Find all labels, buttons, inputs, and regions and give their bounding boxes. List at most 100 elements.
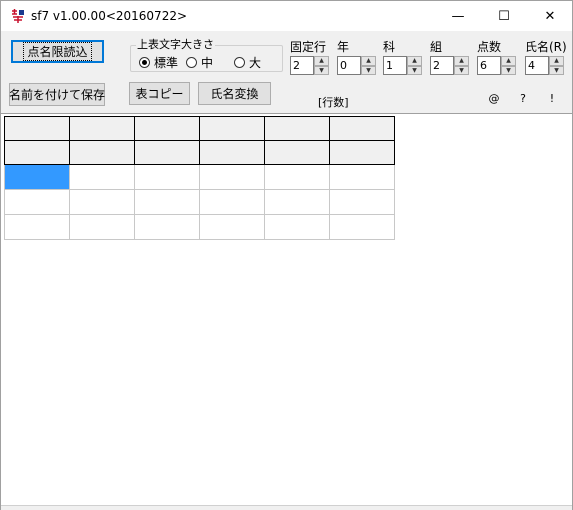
toolbar: 点名限読込 名前を付けて保存 表コピー 氏名変換 上表文字大きさ 標準 中 大 … bbox=[1, 31, 572, 113]
radio-medium-label: 中 bbox=[201, 56, 214, 70]
grid-cell[interactable] bbox=[264, 164, 330, 190]
close-button[interactable]: ✕ bbox=[527, 1, 573, 31]
spin-down-icon[interactable]: ▼ bbox=[501, 65, 516, 75]
fixed-rows-spinner[interactable]: 2 ▲ ▼ bbox=[290, 56, 329, 75]
course-label: 科 bbox=[383, 40, 396, 54]
spin-down-icon[interactable]: ▼ bbox=[361, 65, 376, 75]
radio-standard-label: 標準 bbox=[154, 56, 179, 70]
app-window: sf7 v1.00.00<20160722> — ☐ ✕ 点名限読込 名前を付け… bbox=[0, 0, 573, 510]
fixed-cell[interactable] bbox=[69, 140, 135, 165]
spin-down-icon[interactable]: ▼ bbox=[314, 65, 329, 75]
year-spinner[interactable]: 0 ▲ ▼ bbox=[337, 56, 376, 75]
name-column-spinner[interactable]: 4 ▲ ▼ bbox=[525, 56, 564, 75]
fixed-cell[interactable] bbox=[329, 116, 395, 141]
class-spinner[interactable]: 2 ▲ ▼ bbox=[430, 56, 469, 75]
year-value[interactable]: 0 bbox=[337, 56, 361, 75]
title-bar: sf7 v1.00.00<20160722> — ☐ ✕ bbox=[1, 1, 572, 31]
grid-cell[interactable] bbox=[134, 214, 200, 240]
year-label: 年 bbox=[337, 40, 350, 54]
grid-cell[interactable] bbox=[329, 214, 395, 240]
fixed-cell[interactable] bbox=[199, 116, 265, 141]
row-count-label: [行数] bbox=[318, 96, 349, 109]
fixed-row bbox=[4, 140, 395, 165]
spin-down-icon[interactable]: ▼ bbox=[549, 65, 564, 75]
grid-cell[interactable] bbox=[199, 214, 265, 240]
radio-selected-icon bbox=[139, 57, 150, 68]
fixed-rows-value[interactable]: 2 bbox=[290, 56, 314, 75]
radio-large[interactable]: 大 bbox=[234, 54, 261, 71]
table-row bbox=[4, 164, 395, 190]
save-as-button[interactable]: 名前を付けて保存 bbox=[9, 83, 105, 106]
score-label: 点数 bbox=[477, 40, 502, 54]
fixed-rows-label: 固定行 bbox=[290, 40, 327, 54]
fixed-cell[interactable] bbox=[199, 140, 265, 165]
class-label: 組 bbox=[430, 40, 443, 54]
radio-unselected-icon bbox=[186, 57, 197, 68]
minimize-icon: — bbox=[451, 8, 465, 24]
spin-up-icon[interactable]: ▲ bbox=[361, 56, 376, 66]
radio-medium[interactable]: 中 bbox=[186, 54, 213, 71]
save-as-button-label: 名前を付けて保存 bbox=[9, 88, 106, 102]
help-link[interactable]: ? bbox=[517, 92, 529, 105]
at-sign-link[interactable]: @ bbox=[488, 92, 500, 105]
grid-cell[interactable] bbox=[4, 214, 70, 240]
spin-up-icon[interactable]: ▲ bbox=[454, 56, 469, 66]
close-icon: ✕ bbox=[544, 8, 556, 24]
grid-cell[interactable] bbox=[264, 189, 330, 215]
name-convert-button-label: 氏名変換 bbox=[210, 87, 259, 101]
grid-cell[interactable] bbox=[69, 189, 135, 215]
spin-down-icon[interactable]: ▼ bbox=[407, 65, 422, 75]
score-value[interactable]: 6 bbox=[477, 56, 501, 75]
grid-cell[interactable] bbox=[134, 164, 200, 190]
copy-table-button[interactable]: 表コピー bbox=[129, 82, 190, 105]
data-grid[interactable] bbox=[4, 116, 395, 240]
name-convert-button[interactable]: 氏名変換 bbox=[198, 82, 271, 105]
grid-cell[interactable] bbox=[69, 214, 135, 240]
table-row bbox=[4, 214, 395, 240]
selected-cell[interactable] bbox=[4, 164, 70, 190]
fixed-cell[interactable] bbox=[69, 116, 135, 141]
load-button[interactable]: 点名限読込 bbox=[11, 40, 104, 63]
window-title: sf7 v1.00.00<20160722> bbox=[31, 9, 188, 23]
grid-cell[interactable] bbox=[199, 164, 265, 190]
status-strip bbox=[1, 505, 572, 510]
table-row bbox=[4, 189, 395, 215]
fixed-cell[interactable] bbox=[329, 140, 395, 165]
fixed-cell[interactable] bbox=[4, 140, 70, 165]
fixed-cell[interactable] bbox=[134, 116, 200, 141]
spin-up-icon[interactable]: ▲ bbox=[501, 56, 516, 66]
fixed-cell[interactable] bbox=[264, 140, 330, 165]
grid-area[interactable] bbox=[1, 113, 572, 505]
class-value[interactable]: 2 bbox=[430, 56, 454, 75]
copy-table-button-label: 表コピー bbox=[135, 87, 184, 101]
grid-cell[interactable] bbox=[199, 189, 265, 215]
load-button-label: 点名限読込 bbox=[23, 42, 92, 61]
radio-unselected-icon bbox=[234, 57, 245, 68]
grid-cell[interactable] bbox=[329, 164, 395, 190]
course-spinner[interactable]: 1 ▲ ▼ bbox=[383, 56, 422, 75]
maximize-button[interactable]: ☐ bbox=[481, 1, 527, 31]
grid-cell[interactable] bbox=[134, 189, 200, 215]
font-size-group-legend: 上表文字大きさ bbox=[136, 38, 215, 51]
grid-cell[interactable] bbox=[4, 189, 70, 215]
minimize-button[interactable]: — bbox=[435, 1, 481, 31]
spin-down-icon[interactable]: ▼ bbox=[454, 65, 469, 75]
maximize-icon: ☐ bbox=[498, 8, 510, 24]
info-link[interactable]: ! bbox=[546, 92, 558, 105]
radio-large-label: 大 bbox=[249, 56, 262, 70]
score-spinner[interactable]: 6 ▲ ▼ bbox=[477, 56, 516, 75]
spin-up-icon[interactable]: ▲ bbox=[407, 56, 422, 66]
name-column-label: 氏名(R) bbox=[525, 40, 567, 54]
fixed-cell[interactable] bbox=[264, 116, 330, 141]
grid-cell[interactable] bbox=[329, 189, 395, 215]
spin-up-icon[interactable]: ▲ bbox=[314, 56, 329, 66]
fixed-cell[interactable] bbox=[134, 140, 200, 165]
course-value[interactable]: 1 bbox=[383, 56, 407, 75]
radio-standard[interactable]: 標準 bbox=[139, 54, 178, 71]
grid-cell[interactable] bbox=[69, 164, 135, 190]
fixed-cell[interactable] bbox=[4, 116, 70, 141]
spin-up-icon[interactable]: ▲ bbox=[549, 56, 564, 66]
app-icon bbox=[11, 9, 25, 23]
name-column-value[interactable]: 4 bbox=[525, 56, 549, 75]
grid-cell[interactable] bbox=[264, 214, 330, 240]
